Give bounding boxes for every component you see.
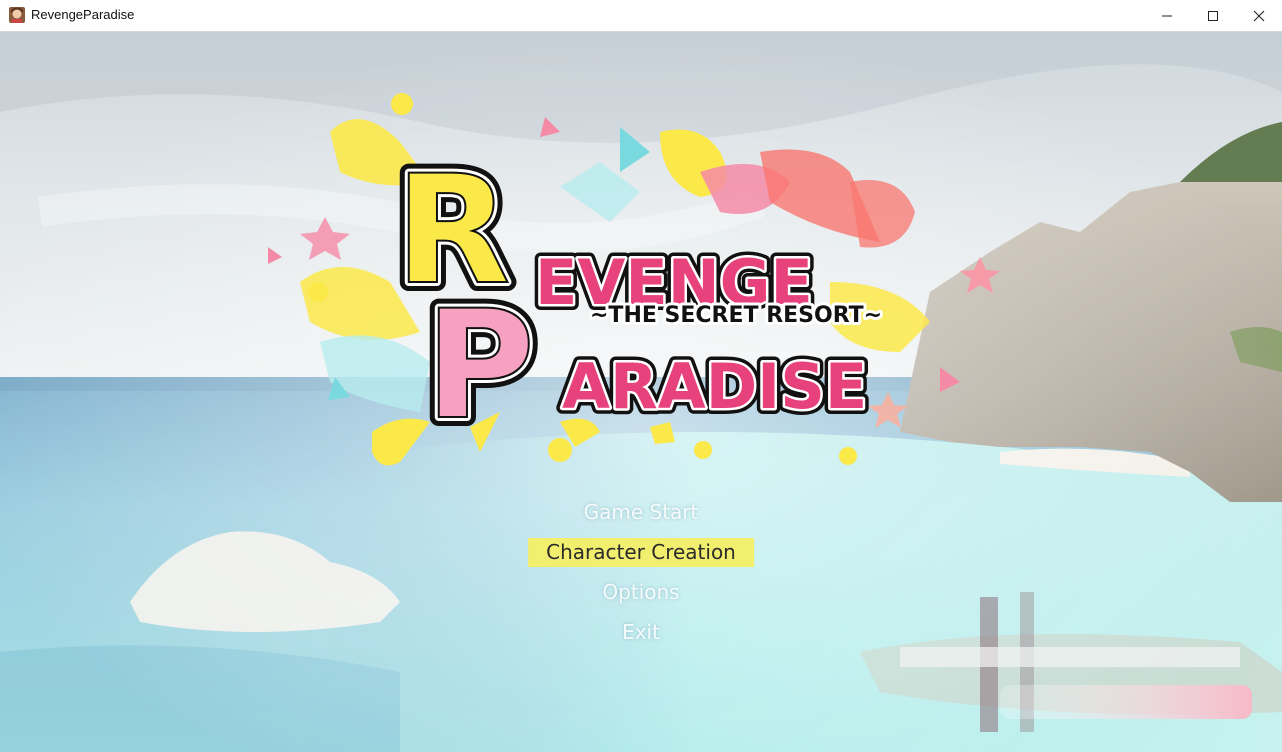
close-icon [1253, 10, 1265, 21]
menu-item-exit[interactable]: Exit [622, 620, 660, 644]
maximize-icon [1208, 10, 1218, 21]
game-window: RevengeParadise R R R EVENGE EVENGE EVEN… [0, 0, 1282, 752]
maximize-button[interactable] [1190, 0, 1236, 31]
menu-item-character-creation[interactable]: Character Creation [528, 538, 754, 567]
window-title: RevengeParadise [31, 7, 135, 22]
menu-item-options[interactable]: Options [602, 580, 679, 604]
logo-letter-p: P P P [416, 270, 544, 462]
menu-item-game-start[interactable]: Game Start [584, 500, 699, 524]
minimize-button[interactable] [1144, 0, 1190, 31]
svg-text:ARADISE: ARADISE [562, 350, 867, 423]
close-button[interactable] [1236, 0, 1282, 31]
logo-word-aradise: ARADISE ARADISE ARADISE [556, 344, 873, 429]
svg-text:P: P [425, 279, 535, 453]
title-bar[interactable]: RevengeParadise [0, 0, 1282, 32]
title-screen[interactable]: R R R EVENGE EVENGE EVENGE ~THE SECRET R… [0, 32, 1282, 752]
minimize-icon [1162, 15, 1172, 16]
app-icon [9, 7, 25, 23]
game-logo: R R R EVENGE EVENGE EVENGE ~THE SECRET R… [268, 93, 1000, 466]
logo-subtitle: ~THE SECRET RESORT~ ~THE SECRET RESORT~ [587, 300, 885, 331]
svg-text:~THE SECRET RESORT~: ~THE SECRET RESORT~ [590, 303, 882, 328]
